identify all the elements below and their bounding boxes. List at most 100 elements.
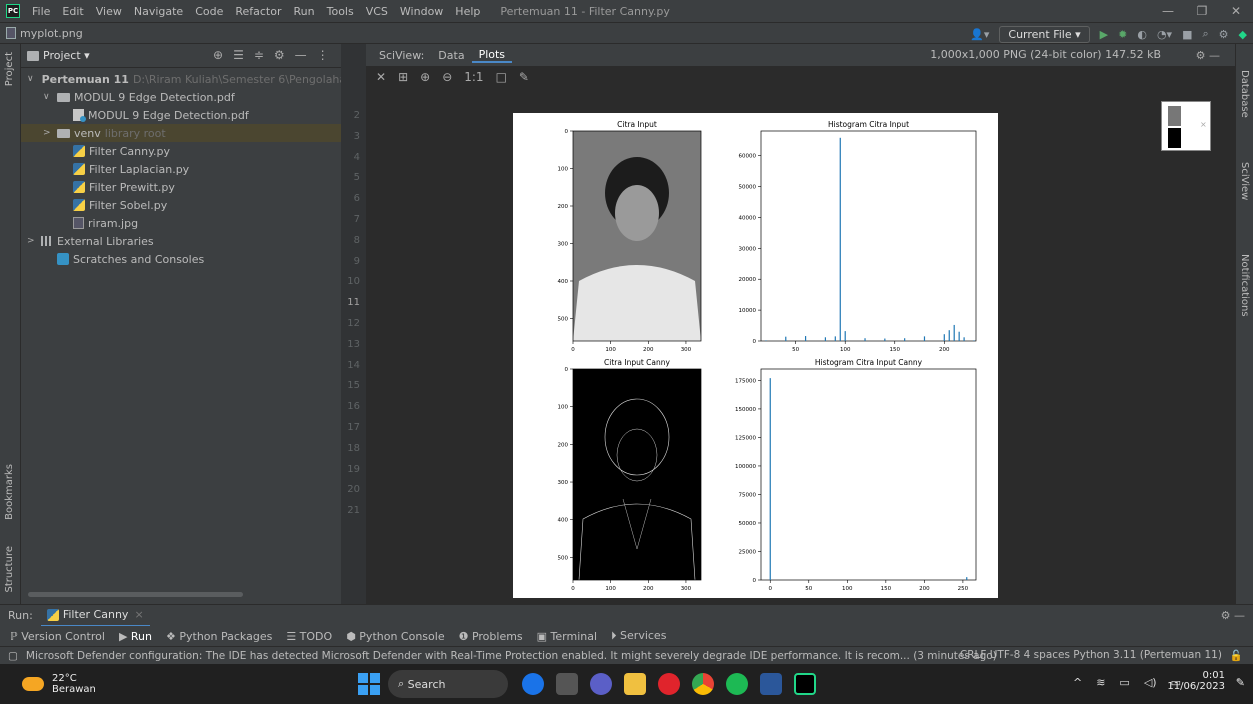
notifications-tool-tab[interactable]: Notifications [1239,254,1250,317]
sciview-gear-icon[interactable]: ⚙ — [1189,49,1227,62]
task-view-icon[interactable] [556,673,578,695]
tray-volume-icon[interactable]: ◁) [1144,676,1157,689]
menu-run[interactable]: Run [288,5,321,18]
tray-display-icon[interactable]: ▭ [1119,676,1129,689]
start-button[interactable] [358,673,380,695]
tool-window-terminal[interactable]: ▣ Terminal [537,630,597,643]
close-tab-icon[interactable]: × [134,608,143,621]
chrome-icon[interactable] [692,673,714,695]
tree-item[interactable]: riram.jpg [21,214,341,232]
tree-item[interactable]: Filter Prewitt.py [21,178,341,196]
gear-icon[interactable]: ⚙ [274,48,285,62]
run-gear-icon[interactable]: ⚙ — [1221,609,1245,622]
system-tray[interactable]: ^ ≋ ▭ ◁) ▭ [1073,676,1181,689]
run-config-selector[interactable]: Current File ▾ [999,25,1090,43]
tool-window-problems[interactable]: ❶ Problems [459,630,523,643]
tree-item[interactable]: MODUL 9 Edge Detection.pdf [21,106,341,124]
menu-code[interactable]: Code [189,5,229,18]
tree-arrow-icon[interactable]: > [43,128,53,138]
menu-window[interactable]: Window [394,5,449,18]
tree-item[interactable]: ∨ MODUL 9 Edge Detection.pdf [21,88,341,106]
actual-size-icon[interactable]: 1:1 [464,70,483,84]
tree-item[interactable]: Scratches and Consoles [21,250,341,268]
tab-plots[interactable]: Plots [471,48,513,63]
file-explorer-icon[interactable] [624,673,646,695]
grid-icon[interactable]: ⊞ [398,70,408,84]
ide-update-icon[interactable]: ◆ [1239,28,1247,41]
project-view-selector[interactable]: Project ▾ [43,49,90,62]
run-icon[interactable]: ▶ [1100,28,1108,41]
debug-icon[interactable]: ✹ [1118,28,1127,41]
run-tab-filter-canny[interactable]: Filter Canny × [40,605,150,627]
tree-item[interactable]: > venv library root [21,124,341,142]
tree-item[interactable]: Filter Laplacian.py [21,160,341,178]
thumb-close-icon[interactable]: × [1200,120,1207,129]
plot-image[interactable]: Citra Input 0 100 200 300 0 100 200 300 400 500 His… [513,113,998,598]
menu-view[interactable]: View [90,5,128,18]
tree-arrow-icon[interactable]: ∨ [43,92,53,102]
opera-icon[interactable] [658,673,680,695]
user-icon[interactable]: 👤▾ [970,28,989,41]
menu-vcs[interactable]: VCS [360,5,394,18]
breadcrumb[interactable]: myplot.png [20,27,83,40]
status-message[interactable]: Microsoft Defender configuration: The ID… [26,650,997,662]
pycharm-taskbar-icon[interactable] [794,673,816,695]
tree-item[interactable]: Filter Sobel.py [21,196,341,214]
fit-icon[interactable]: □ [496,70,507,84]
tree-item[interactable]: ∨ Pertemuan 11 D:\Riram Kuliah\Semester 6\… [21,70,364,88]
menu-refactor[interactable]: Refactor [229,5,287,18]
plot-thumbnail[interactable]: × [1161,101,1211,151]
color-picker-icon[interactable]: ✎ [519,70,529,84]
word-icon[interactable] [760,673,782,695]
zoom-in-icon[interactable]: ⊕ [420,70,430,84]
settings-icon[interactable]: ⚙ [1219,28,1229,41]
minimize-button[interactable]: — [1151,0,1185,22]
project-scrollbar[interactable] [28,592,243,597]
menu-edit[interactable]: Edit [56,5,89,18]
spotify-icon[interactable] [726,673,748,695]
profile-icon[interactable]: ◔▾ [1157,28,1172,41]
restore-button[interactable]: ❐ [1185,0,1219,22]
expand-all-icon[interactable]: ☰ [233,48,244,62]
tree-item[interactable]: > External Libraries [21,232,341,250]
status-encoding[interactable]: CRLF UTF-8 4 spaces Python 3.11 (Pertemu… [960,649,1222,662]
database-tool-tab[interactable]: Database [1239,70,1250,118]
lock-icon[interactable]: 🔓 [1230,649,1243,662]
tray-chevron-icon[interactable]: ^ [1073,676,1082,689]
close-plot-icon[interactable]: ✕ [376,70,386,84]
zoom-app-icon[interactable] [590,673,612,695]
project-tool-tab[interactable]: Project [4,52,15,86]
tool-window-python-console[interactable]: ⬢ Python Console [346,630,444,643]
close-window-button[interactable]: ✕ [1219,0,1253,22]
zoom-out-icon[interactable]: ⊖ [442,70,452,84]
clock[interactable]: 0:01 11/06/2023 [1167,670,1225,692]
tab-data[interactable]: Data [431,49,471,62]
bookmarks-tool-tab[interactable]: Bookmarks [4,464,15,520]
tool-window-python-packages[interactable]: ❖ Python Packages [166,630,272,643]
tool-window-todo[interactable]: ☰ TODO [286,630,332,643]
menu-file[interactable]: File [26,5,56,18]
notification-icon[interactable]: ✎ [1236,676,1245,689]
tool-window-version-control[interactable]: ℙ Version Control [10,630,105,643]
sciview-tool-tab[interactable]: SciView [1239,162,1250,200]
structure-tool-tab[interactable]: Structure [4,546,15,593]
menu-navigate[interactable]: Navigate [128,5,189,18]
tool-window-run[interactable]: ▶ Run [119,630,152,643]
tree-item[interactable]: Filter Canny.py [21,142,341,160]
coverage-icon[interactable]: ◐ [1137,28,1147,41]
more-icon[interactable]: ⋮ [317,48,329,62]
search-icon[interactable]: ⌕ [1202,27,1208,41]
menu-tools[interactable]: Tools [321,5,360,18]
menu-help[interactable]: Help [449,5,486,18]
locate-icon[interactable]: ⊕ [213,48,223,62]
tool-window-services[interactable]: ⏵ Services [611,629,666,643]
tree-arrow-icon[interactable]: > [27,236,37,246]
browser-app-icon[interactable] [522,673,544,695]
weather-icon[interactable] [22,677,44,691]
collapse-all-icon[interactable]: ≑ [254,48,264,62]
tree-arrow-icon[interactable]: ∨ [27,74,34,84]
tray-network-icon[interactable]: ≋ [1096,676,1105,689]
hide-icon[interactable]: — [295,48,307,62]
stop-icon[interactable]: ■ [1182,28,1192,41]
status-message-icon[interactable]: ▢ [8,650,18,662]
